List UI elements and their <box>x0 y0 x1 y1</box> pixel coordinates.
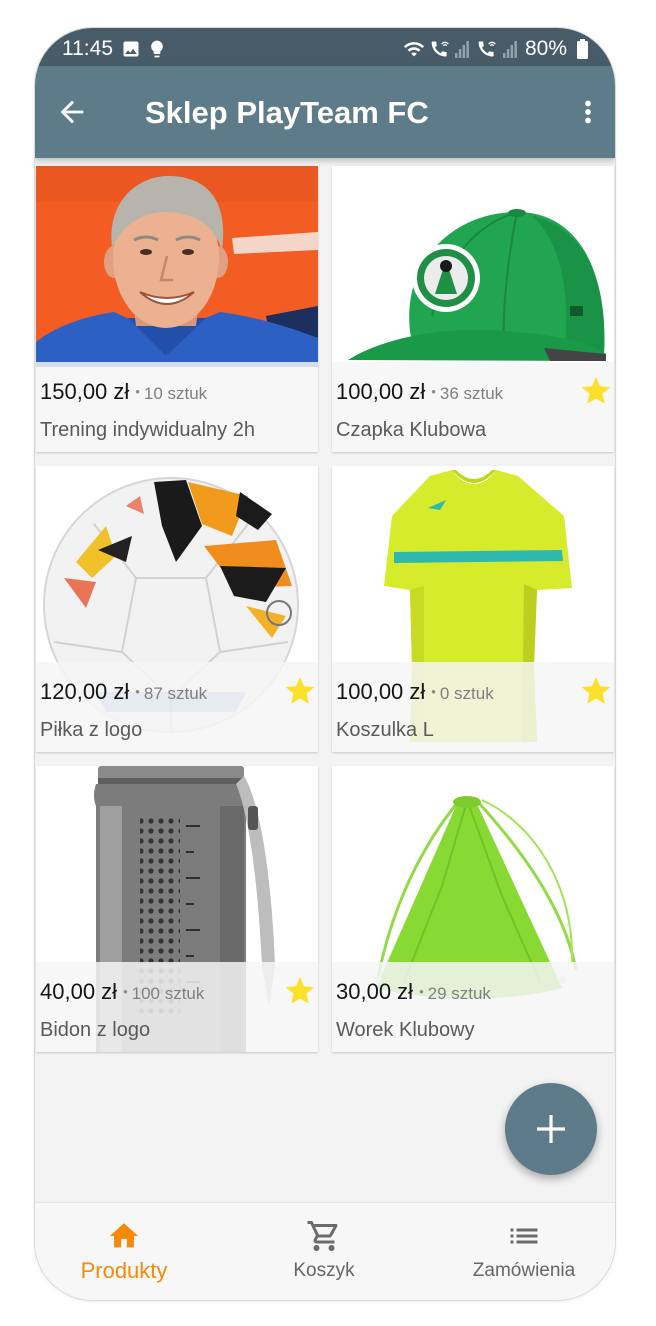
status-time: 11:45 <box>62 37 113 60</box>
product-price: 40,00 zł <box>40 979 118 1004</box>
page-title: Sklep PlayTeam FC <box>145 95 429 130</box>
product-name: Czapka Klubowa <box>336 419 487 441</box>
product-price: 30,00 zł <box>336 979 414 1004</box>
price-row: 120,00 zł • 87 sztuk <box>40 678 207 706</box>
separator-dot: • <box>123 984 128 999</box>
product-stock: 10 sztuk <box>143 384 208 403</box>
product-stock: 36 sztuk <box>439 384 504 403</box>
product-name: Trening indywidualny 2h <box>40 419 255 441</box>
product-stock: 100 sztuk <box>131 984 205 1003</box>
nav-item-produkty[interactable]: Produkty <box>35 1203 214 1300</box>
product-price: 100,00 zł <box>336 679 426 704</box>
separator-dot: • <box>431 384 436 399</box>
add-product-button[interactable] <box>505 1083 597 1175</box>
wifi-call-icon <box>431 41 449 57</box>
product-name: Worek Klubowy <box>336 1019 475 1041</box>
separator-dot: • <box>135 384 140 399</box>
price-row: 100,00 zł • 0 sztuk <box>336 678 494 706</box>
product-name: Bidon z logo <box>40 1019 151 1041</box>
price-row: 30,00 zł • 29 sztuk <box>336 978 491 1006</box>
product-price: 100,00 zł <box>336 379 426 404</box>
status-bar: 11:45 80% <box>35 28 615 66</box>
app-bar: Sklep PlayTeam FC <box>35 66 615 158</box>
coach-photo <box>36 166 318 367</box>
product-price: 120,00 zł <box>40 679 130 704</box>
nav-item-koszyk[interactable]: Koszyk <box>234 1203 414 1300</box>
product-card[interactable]: 40,00 zł • 100 sztuk Bidon z logo <box>36 766 318 1052</box>
separator-dot: • <box>135 684 140 699</box>
price-row: 100,00 zł • 36 sztuk <box>336 378 503 406</box>
product-card[interactable]: 100,00 zł • 0 sztuk Koszulka L <box>332 466 614 752</box>
cart-icon <box>307 1221 338 1251</box>
battery-level: 80% <box>525 37 568 60</box>
more-vert-icon[interactable] <box>571 95 605 129</box>
product-card[interactable]: 150,00 zł • 10 sztuk Trening indywidualny … <box>36 166 318 452</box>
product-price: 150,00 zł <box>40 379 130 404</box>
arrow-back-icon[interactable] <box>55 95 89 129</box>
separator-dot: • <box>431 684 436 699</box>
volte-call-icon <box>478 41 496 57</box>
gallery-icon <box>123 41 139 57</box>
product-stock: 87 sztuk <box>143 684 208 703</box>
signal-icon <box>503 41 517 58</box>
price-row: 40,00 zł • 100 sztuk <box>40 978 204 1006</box>
star-icon[interactable] <box>283 974 317 1008</box>
nav-label: Koszyk <box>293 1260 355 1281</box>
product-name: Piłka z logo <box>40 719 143 741</box>
product-card[interactable]: 100,00 zł • 36 sztuk Czapka Klubowa <box>332 166 614 452</box>
star-icon[interactable] <box>579 374 613 408</box>
phone-screen: 11:45 80% Sklep PlayTeam FC 150,00 zł • … <box>35 28 615 1300</box>
product-stock: 0 sztuk <box>439 684 494 703</box>
list-icon <box>510 1228 538 1244</box>
star-icon[interactable] <box>579 674 613 708</box>
product-card[interactable]: 30,00 zł • 29 sztuk Worek Klubowy <box>332 766 614 1052</box>
plus-icon <box>537 1115 565 1143</box>
star-icon[interactable] <box>283 674 317 708</box>
product-card[interactable]: 120,00 zł • 87 sztuk Piłka z logo <box>36 466 318 752</box>
nav-label: Zamówienia <box>472 1260 576 1281</box>
separator-dot: • <box>419 984 424 999</box>
wifi-icon <box>403 42 425 57</box>
product-name: Koszulka L <box>336 719 434 741</box>
bottom-navigation: Produkty Koszyk Zamówienia <box>35 1202 615 1300</box>
home-icon <box>109 1223 139 1248</box>
nav-item-zamowienia[interactable]: Zamówienia <box>434 1203 614 1300</box>
nav-label: Produkty <box>80 1258 168 1283</box>
bulb-icon <box>151 40 163 58</box>
price-row: 150,00 zł • 10 sztuk <box>40 378 207 406</box>
product-stock: 29 sztuk <box>427 984 491 1003</box>
battery-icon <box>577 39 588 59</box>
signal-icon <box>455 41 469 58</box>
